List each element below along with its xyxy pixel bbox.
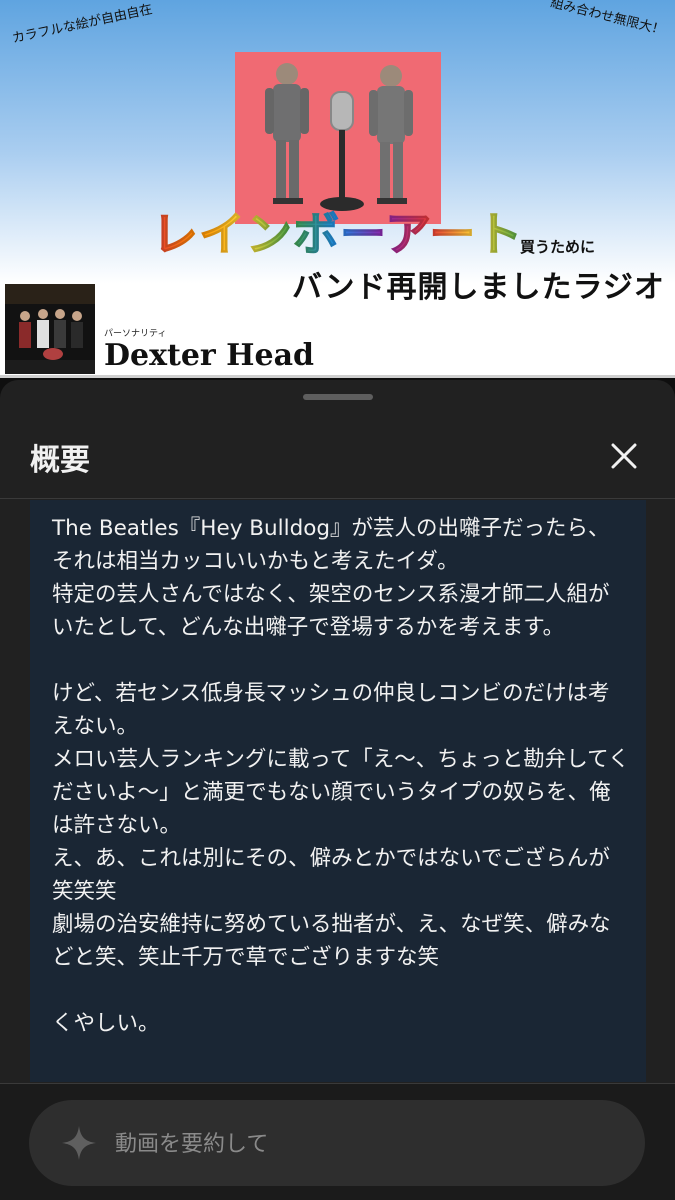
show-title: レインボーアート (151, 198, 523, 264)
description-box[interactable]: The Beatles『Hey Bulldog』が芸人の出囃子だったら、それは相… (30, 500, 646, 1082)
close-button[interactable] (602, 434, 646, 478)
banner-divider (0, 375, 675, 378)
host-name: Dexter Head (104, 338, 315, 373)
tagline-right: 組み合わせ無限大！ (548, 0, 667, 39)
sparkle-icon (62, 1126, 96, 1160)
bottom-bar: 動画を要約して (0, 1084, 675, 1200)
header-divider (0, 498, 675, 499)
summarize-video-button[interactable]: 動画を要約して (29, 1100, 645, 1186)
band-photo-image (5, 284, 95, 374)
sheet-title: 概要 (30, 443, 90, 478)
video-thumbnail[interactable]: カラフルな絵が自由自在 組み合わせ無限大！ レインボーアート 買うために バンド… (0, 0, 675, 378)
tagline-left: カラフルな絵が自由自在 (10, 2, 154, 47)
description-text: The Beatles『Hey Bulldog』が芸人の出囃子だったら、それは相… (52, 516, 630, 1036)
drag-handle[interactable] (303, 394, 373, 400)
show-subtitle: バンド再開しましたラジオ (292, 270, 665, 305)
close-icon (611, 443, 637, 469)
show-subtitle-small: 買うために (520, 238, 596, 256)
description-sheet: 概要 The Beatles『Hey Bulldog』が芸人の出囃子だったら、そ… (0, 380, 675, 1200)
band-photo (5, 284, 95, 374)
summarize-video-label: 動画を要約して (115, 1132, 269, 1157)
